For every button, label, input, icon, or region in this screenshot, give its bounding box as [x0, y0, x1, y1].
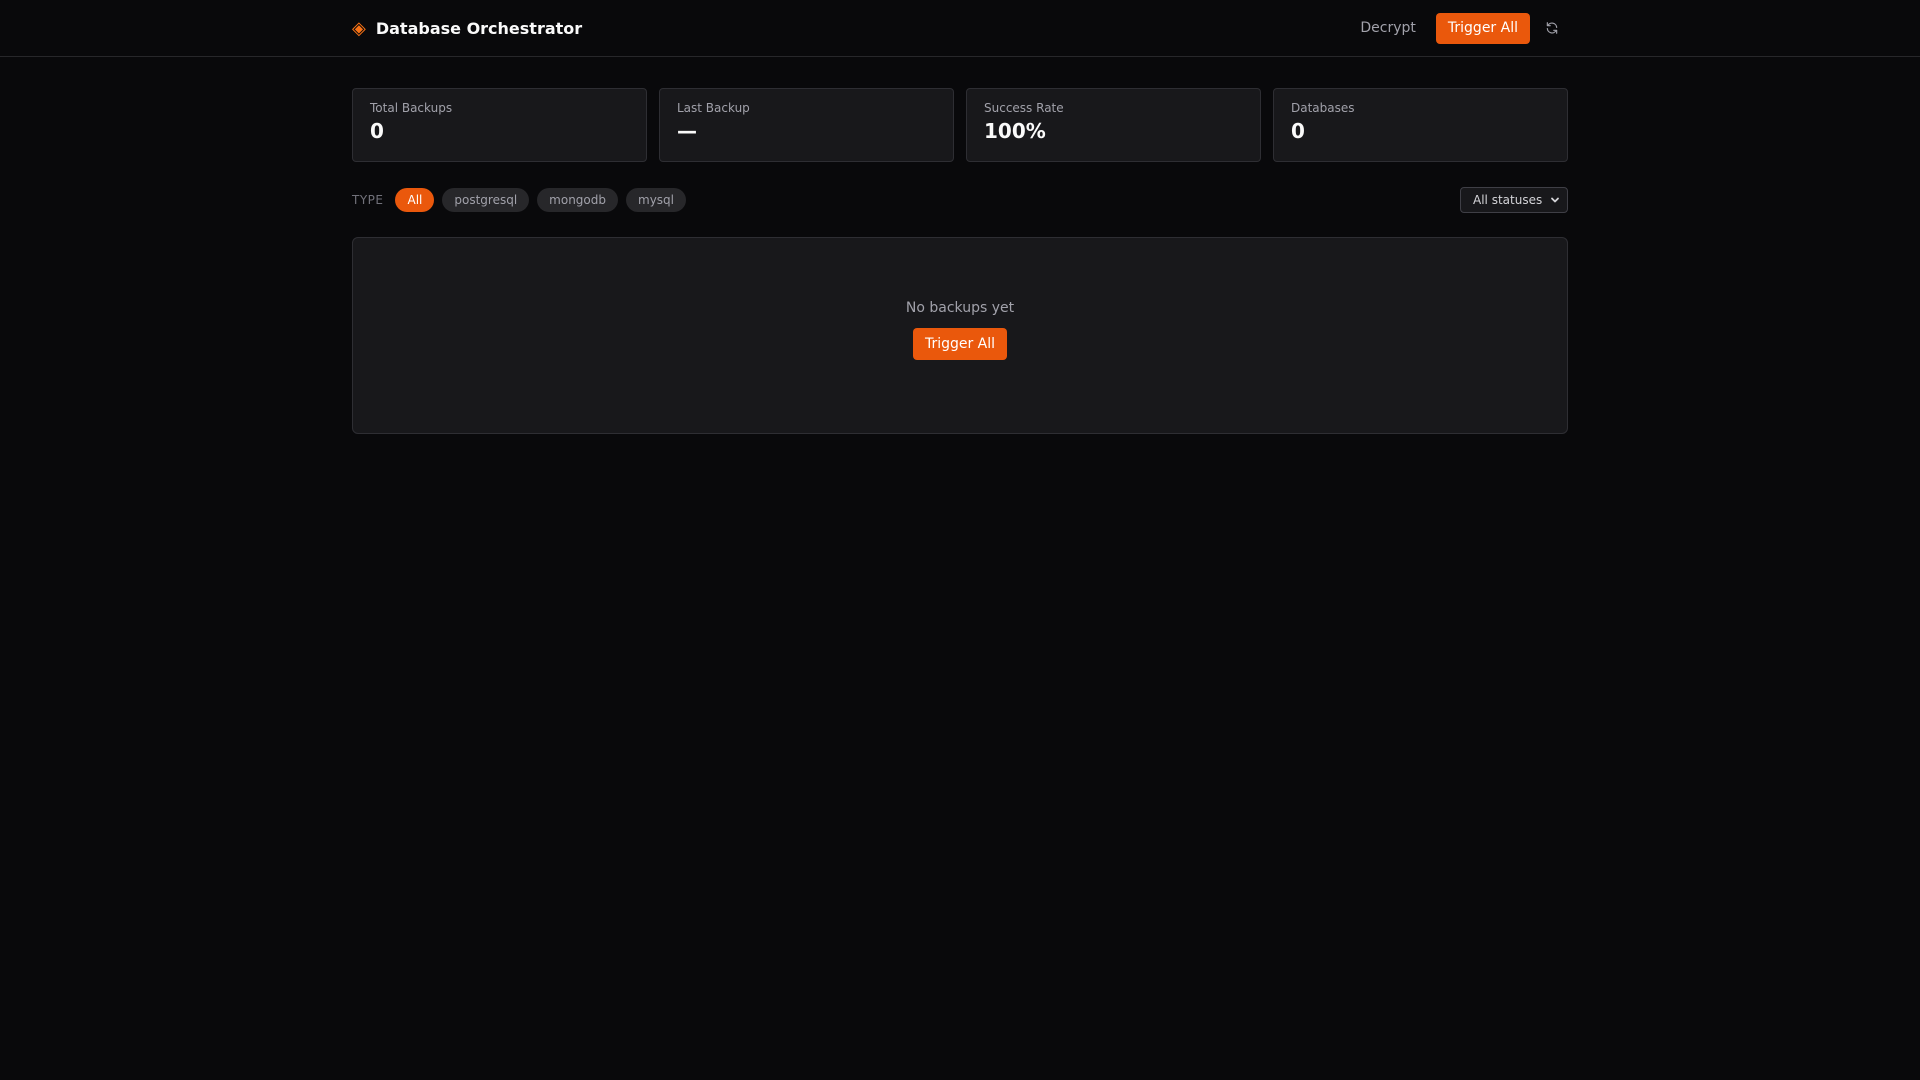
stat-card-success-rate: Success Rate 100% [966, 88, 1261, 162]
refresh-button[interactable] [1536, 13, 1568, 44]
empty-trigger-all-button[interactable]: Trigger All [912, 327, 1008, 360]
status-select-value: All statuses [1473, 192, 1543, 207]
stat-card-total-backups: Total Backups 0 [352, 88, 647, 162]
top-bar-inner: ◈ Database Orchestrator Decrypt Trigger … [352, 0, 1568, 56]
chip-all[interactable]: All [395, 187, 435, 212]
stat-value: 0 [370, 119, 384, 143]
main-content: Total Backups 0 Last Backup — Success Ra… [352, 88, 1568, 434]
filter-bar: TYPE All postgresql mongodb mysql All st… [352, 186, 1568, 213]
chip-mysql[interactable]: mysql [626, 187, 687, 212]
stat-label: Databases [1291, 101, 1355, 115]
type-filter-label: TYPE [352, 192, 384, 207]
chevron-down-icon [1551, 197, 1559, 202]
stat-value: 100% [984, 119, 1046, 143]
stat-card-last-backup: Last Backup — [659, 88, 954, 162]
chip-postgresql[interactable]: postgresql [442, 187, 530, 212]
diamond-icon: ◈ [352, 18, 366, 39]
stat-label: Last Backup [677, 101, 750, 115]
top-bar: ◈ Database Orchestrator Decrypt Trigger … [0, 0, 1920, 57]
type-filter: TYPE All postgresql mongodb mysql [352, 187, 687, 212]
stat-label: Total Backups [370, 101, 453, 115]
stats-row: Total Backups 0 Last Backup — Success Ra… [352, 88, 1568, 162]
stat-value: 0 [1291, 119, 1305, 143]
backups-panel: No backups yet Trigger All [352, 237, 1568, 434]
trigger-all-button[interactable]: Trigger All [1435, 12, 1530, 44]
refresh-icon [1546, 22, 1558, 34]
empty-state-message: No backups yet [905, 299, 1015, 316]
stat-value: — [677, 119, 697, 143]
app-title: Database Orchestrator [375, 18, 583, 38]
brand: ◈ Database Orchestrator [352, 18, 582, 38]
decrypt-button[interactable]: Decrypt [1350, 14, 1426, 42]
chip-mongodb[interactable]: mongodb [537, 187, 619, 212]
header-actions: Decrypt Trigger All [1350, 12, 1568, 44]
status-select[interactable]: All statuses [1460, 186, 1568, 213]
stat-label: Success Rate [984, 101, 1064, 115]
stat-card-databases: Databases 0 [1273, 88, 1568, 162]
